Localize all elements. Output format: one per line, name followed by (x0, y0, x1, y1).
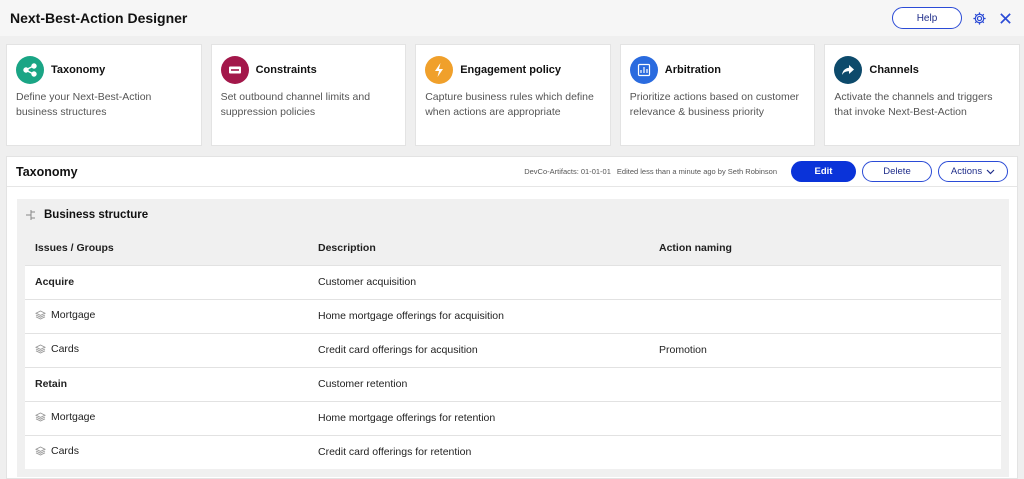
close-icon[interactable] (996, 9, 1014, 27)
column-header: Issues / Groups (35, 241, 114, 254)
row-description: Credit card offerings for retention (308, 434, 649, 469)
row-action-naming: Promotion (649, 332, 1001, 367)
app-header: Next-Best-Action Designer Help (0, 0, 1024, 36)
card-title: Constraints (255, 64, 317, 76)
row-action-naming (649, 264, 1001, 299)
stack-layers-icon (35, 310, 46, 320)
stack-layers-icon (35, 344, 46, 354)
table-row[interactable]: Retain Customer retention (25, 366, 1001, 401)
card-taxonomy[interactable]: Taxonomy Define your Next-Best-Action bu… (6, 44, 202, 146)
row-description: Home mortgage offerings for retention (308, 400, 649, 435)
card-title: Channels (869, 64, 919, 76)
share-arrow-icon (834, 56, 863, 84)
group-name: Cards (51, 343, 80, 355)
row-description: Customer acquisition (308, 264, 649, 299)
table-row[interactable]: Mortgage Home mortgage offerings for ret… (25, 400, 1001, 435)
constraints-icon (220, 56, 249, 84)
row-action-naming (649, 400, 1001, 435)
issue-name: Retain (25, 366, 308, 401)
group-name: Mortgage (51, 411, 96, 423)
row-description: Home mortgage offerings for acquisition (308, 298, 649, 333)
table-row[interactable]: Mortgage Home mortgage offerings for acq… (25, 298, 1001, 333)
row-action-naming (649, 434, 1001, 469)
card-title: Arbitration (664, 64, 722, 76)
row-action-naming (649, 366, 1001, 401)
group-name: Mortgage (51, 309, 96, 321)
card-engagement-policy[interactable]: Engagement policy Capture business rules… (415, 44, 611, 146)
table-row[interactable]: Acquire Customer acquisition (25, 264, 1001, 299)
card-channels[interactable]: Channels Activate the channels and trigg… (824, 44, 1020, 146)
designer-cards: Taxonomy Define your Next-Best-Action bu… (6, 44, 1020, 146)
stack-layers-icon (35, 412, 46, 422)
card-description: Prioritize actions based on customer rel… (629, 91, 800, 118)
lightning-icon (425, 56, 454, 84)
card-arbitration[interactable]: Arbitration Prioritize actions based on … (619, 44, 816, 146)
group-name: Cards (51, 445, 80, 458)
edit-button[interactable]: Edit (791, 161, 856, 182)
header-actions: Help (892, 7, 1014, 29)
table-row[interactable]: Cards Credit card offerings for acqusiti… (25, 332, 1001, 367)
section-title: Business structure (44, 209, 149, 221)
card-description: Set outbound channel limits and suppress… (220, 91, 371, 118)
business-structure-table: Issues / Groups Description Action namin… (25, 231, 1001, 469)
chevron-down-icon (986, 169, 995, 174)
column-header: Action naming (659, 241, 732, 254)
help-button[interactable]: Help (892, 7, 962, 29)
card-description: Capture business rules which define when… (425, 91, 594, 118)
issue-name: Acquire (25, 264, 308, 299)
business-structure-section: Business structure Issues / Groups Descr… (17, 199, 1009, 477)
card-description: Activate the channels and triggers that … (834, 91, 993, 118)
row-action-naming (649, 298, 1001, 333)
app-title: Next-Best-Action Designer (10, 10, 188, 26)
table-row[interactable]: Cards Credit card offerings for retentio… (25, 434, 1001, 469)
artifact-version: DevCo-Artifacts: 01-01-01 (524, 167, 611, 176)
stack-layers-icon (35, 446, 46, 456)
card-title: Engagement policy (460, 64, 562, 76)
edited-status: Edited less than a minute ago by Seth Ro… (616, 167, 777, 176)
card-description: Define your Next-Best-Action business st… (16, 91, 152, 118)
row-description: Credit card offerings for acqusition (308, 332, 649, 367)
card-title: Taxonomy (51, 64, 106, 76)
card-constraints[interactable]: Constraints Set outbound channel limits … (210, 44, 407, 146)
taxonomy-icon (16, 56, 44, 84)
settings-gear-icon[interactable] (970, 9, 988, 27)
row-description: Customer retention (308, 366, 649, 401)
column-header: Description (318, 241, 376, 254)
panel-title: Taxonomy (16, 164, 78, 179)
actions-menu-button[interactable]: Actions (938, 161, 1008, 182)
hierarchy-icon (26, 210, 35, 220)
panel-header: Taxonomy DevCo-Artifacts: 01-01-01 Edite… (7, 157, 1017, 187)
taxonomy-panel: Taxonomy DevCo-Artifacts: 01-01-01 Edite… (6, 156, 1018, 479)
delete-button[interactable]: Delete (862, 161, 932, 182)
arbitration-icon (629, 56, 658, 84)
actions-label: Actions (950, 166, 983, 177)
